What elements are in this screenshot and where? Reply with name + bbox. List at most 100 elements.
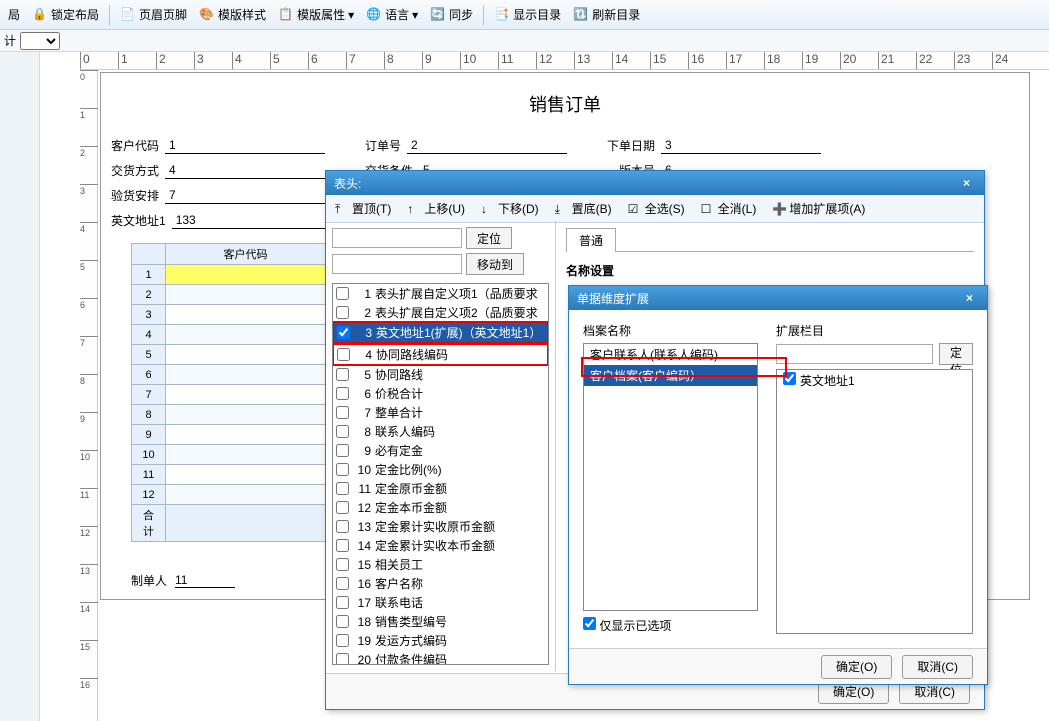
archive-list[interactable]: 客户联系人(联系人编码)客户档案(客户编码） bbox=[583, 343, 758, 611]
locate-button[interactable]: 定位 bbox=[466, 227, 512, 249]
page-title: 销售订单 bbox=[111, 83, 1019, 133]
dlg1-action[interactable]: ➕增加扩展项(A) bbox=[769, 198, 868, 219]
table-cell[interactable] bbox=[166, 365, 326, 385]
list-item[interactable]: 6价税合计 bbox=[333, 384, 548, 403]
style-icon: 🎨 bbox=[199, 7, 215, 23]
list-item[interactable]: 4协同路线编码 bbox=[332, 343, 549, 366]
tb-show-toc[interactable]: 📑显示目录 bbox=[490, 4, 565, 25]
close-icon[interactable]: × bbox=[957, 176, 976, 190]
tb-template-prop[interactable]: 📋模版属性▾ bbox=[274, 4, 358, 25]
detail-table: 客户代码 123456789101112合计 bbox=[131, 243, 326, 542]
vertical-ruler: 012345678910111213141516 bbox=[80, 70, 98, 721]
globe-icon: 🌐 bbox=[366, 7, 382, 23]
sub-toolbar: 计 bbox=[0, 30, 1049, 52]
action-icon: ⤓ bbox=[555, 202, 569, 216]
dlg2-cancel-button[interactable]: 取消(C) bbox=[902, 655, 973, 679]
horizontal-ruler: 0123456789101112131415161718192021222324 bbox=[80, 52, 1049, 70]
dlg1-action[interactable]: ☑全选(S) bbox=[625, 198, 688, 219]
subbar-label: 计 bbox=[4, 32, 16, 49]
tb-layout[interactable]: 局 bbox=[4, 4, 24, 25]
table-cell[interactable] bbox=[166, 405, 326, 425]
table-cell[interactable] bbox=[166, 285, 326, 305]
prop-icon: 📋 bbox=[278, 7, 294, 23]
lock-icon: 🔒 bbox=[32, 7, 48, 23]
only-selected-check[interactable]: 仅显示已选项 bbox=[583, 619, 671, 633]
table-cell[interactable] bbox=[166, 485, 326, 505]
table-cell[interactable] bbox=[166, 385, 326, 405]
list-item[interactable]: 8联系人编码 bbox=[333, 422, 548, 441]
dlg1-action[interactable]: ↓下移(D) bbox=[478, 198, 542, 219]
list-item[interactable]: 15相关员工 bbox=[333, 555, 548, 574]
ext-label: 扩展栏目 bbox=[776, 322, 824, 339]
action-icon: ➕ bbox=[772, 202, 786, 216]
table-cell[interactable] bbox=[166, 305, 326, 325]
list-item[interactable]: 20付款条件编码 bbox=[333, 650, 548, 665]
dlg1-toolbar: ⤒置顶(T) ↑上移(U) ↓下移(D) ⤓置底(B) ☑全选(S) ☐全消(L) ➕增加扩… bbox=[326, 195, 984, 223]
tb-template-style[interactable]: 🎨模版样式 bbox=[195, 4, 270, 25]
chevron-down-icon: ▾ bbox=[412, 8, 418, 22]
list-item[interactable]: 1表头扩展自定义项1（品质要求 bbox=[333, 284, 548, 303]
list-item[interactable]: 2表头扩展自定义项2（品质要求 bbox=[333, 303, 548, 322]
tb-sync[interactable]: 🔄同步 bbox=[426, 4, 477, 25]
action-icon: ↑ bbox=[407, 202, 421, 216]
list-item[interactable]: 10定金比例(%) bbox=[333, 460, 548, 479]
col-header: 客户代码 bbox=[166, 244, 326, 265]
list-item[interactable]: 19发运方式编码 bbox=[333, 631, 548, 650]
subbar-select[interactable] bbox=[20, 32, 60, 50]
table-cell[interactable] bbox=[166, 425, 326, 445]
list-icon: 📑 bbox=[494, 7, 510, 23]
list-item[interactable]: 11定金原币金额 bbox=[333, 479, 548, 498]
left-gutter bbox=[0, 52, 40, 721]
action-icon: ☑ bbox=[628, 202, 642, 216]
main-toolbar: 局 🔒锁定布局 📄页眉页脚 🎨模版样式 📋模版属性▾ 🌐语言▾ 🔄同步 📑显示目… bbox=[0, 0, 1049, 30]
dlg2-ok-button[interactable]: 确定(O) bbox=[821, 655, 892, 679]
dlg1-action[interactable]: ☐全消(L) bbox=[698, 198, 760, 219]
tb-language[interactable]: 🌐语言▾ bbox=[362, 4, 422, 25]
dlg1-action[interactable]: ⤓置底(B) bbox=[552, 198, 615, 219]
list-item[interactable]: 3英文地址1(扩展)（英文地址1） bbox=[332, 321, 549, 344]
tb-lock-layout[interactable]: 🔒锁定布局 bbox=[28, 4, 103, 25]
archive-item[interactable]: 客户联系人(联系人编码) bbox=[584, 344, 757, 365]
list-item[interactable]: 5协同路线 bbox=[333, 365, 548, 384]
table-cell[interactable] bbox=[166, 445, 326, 465]
dlg1-titlebar[interactable]: 表头: × bbox=[326, 171, 984, 195]
field-list[interactable]: 1表头扩展自定义项1（品质要求2表头扩展自定义项2（品质要求3英文地址1(扩展)… bbox=[332, 283, 549, 665]
archive-item[interactable]: 客户档案(客户编码） bbox=[584, 365, 757, 386]
dlg2-titlebar[interactable]: 单据维度扩展 × bbox=[569, 286, 987, 310]
tb-refresh-toc[interactable]: 🔃刷新目录 bbox=[569, 4, 644, 25]
tab-common[interactable]: 普通 bbox=[566, 228, 616, 252]
list-item[interactable]: 12定金本币金额 bbox=[333, 498, 548, 517]
moveto-input[interactable] bbox=[332, 254, 462, 274]
table-cell[interactable] bbox=[166, 265, 326, 285]
action-icon: ☐ bbox=[701, 202, 715, 216]
list-item[interactable]: 13定金累计实收原币金额 bbox=[333, 517, 548, 536]
page-icon: 📄 bbox=[120, 7, 136, 23]
tb-header-footer[interactable]: 📄页眉页脚 bbox=[116, 4, 191, 25]
list-item[interactable]: 17联系电话 bbox=[333, 593, 548, 612]
table-cell[interactable] bbox=[166, 345, 326, 365]
dlg1-action[interactable]: ↑上移(U) bbox=[404, 198, 468, 219]
moveto-button[interactable]: 移动到 bbox=[466, 253, 524, 275]
action-icon: ↓ bbox=[481, 202, 495, 216]
ext-search-input[interactable] bbox=[776, 344, 933, 364]
sync-icon: 🔄 bbox=[430, 7, 446, 23]
list-item[interactable]: 14定金累计实收本币金额 bbox=[333, 536, 548, 555]
ext-item[interactable]: 英文地址1 bbox=[777, 370, 972, 391]
table-cell[interactable] bbox=[166, 325, 326, 345]
list-item[interactable]: 18销售类型编号 bbox=[333, 612, 548, 631]
list-item[interactable]: 7整单合计 bbox=[333, 403, 548, 422]
list-item[interactable]: 16客户名称 bbox=[333, 574, 548, 593]
section-label: 名称设置 bbox=[566, 262, 974, 279]
chevron-down-icon: ▾ bbox=[348, 8, 354, 22]
dlg1-action[interactable]: ⤒置顶(T) bbox=[332, 198, 394, 219]
close-icon[interactable]: × bbox=[960, 291, 979, 305]
table-cell[interactable] bbox=[166, 465, 326, 485]
dimension-ext-dialog: 单据维度扩展 × 档案名称 客户联系人(联系人编码)客户档案(客户编码） 仅显示… bbox=[568, 285, 988, 685]
action-icon: ⤒ bbox=[335, 202, 349, 216]
list-item[interactable]: 9必有定金 bbox=[333, 441, 548, 460]
ext-list[interactable]: 英文地址1 bbox=[776, 369, 973, 634]
archive-label: 档案名称 bbox=[583, 322, 758, 339]
refresh-icon: 🔃 bbox=[573, 7, 589, 23]
search-input[interactable] bbox=[332, 228, 462, 248]
ext-locate-button[interactable]: 定位(E) bbox=[939, 343, 973, 365]
